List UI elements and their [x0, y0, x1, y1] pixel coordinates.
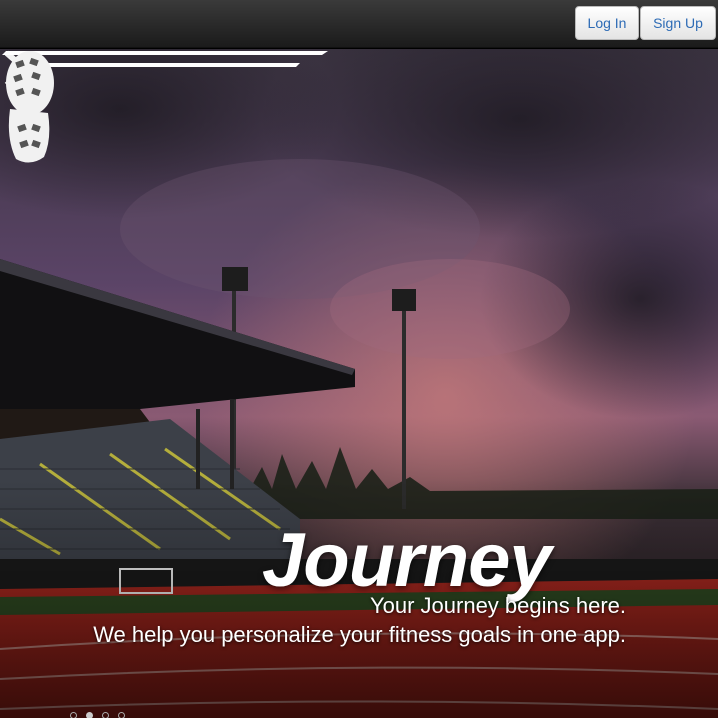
carousel-indicator-3[interactable] — [102, 712, 109, 718]
journey-logo-text: Journey — [262, 518, 552, 603]
carousel-indicator-2[interactable] — [86, 712, 93, 718]
tagline-primary: Your Journey begins here. — [369, 593, 626, 618]
signup-button[interactable]: Sign Up — [640, 6, 716, 40]
carousel-indicator-1[interactable] — [70, 712, 77, 718]
shoe-print-icon — [6, 51, 54, 163]
tagline-secondary: We help you personalize your fitness goa… — [93, 622, 626, 647]
carousel-indicator-4[interactable] — [118, 712, 125, 718]
hero-carousel: Journey Your Journey begins here. We hel… — [0, 49, 718, 718]
login-button[interactable]: Log In — [575, 6, 639, 40]
top-navbar: Log In Sign Up — [0, 0, 718, 48]
